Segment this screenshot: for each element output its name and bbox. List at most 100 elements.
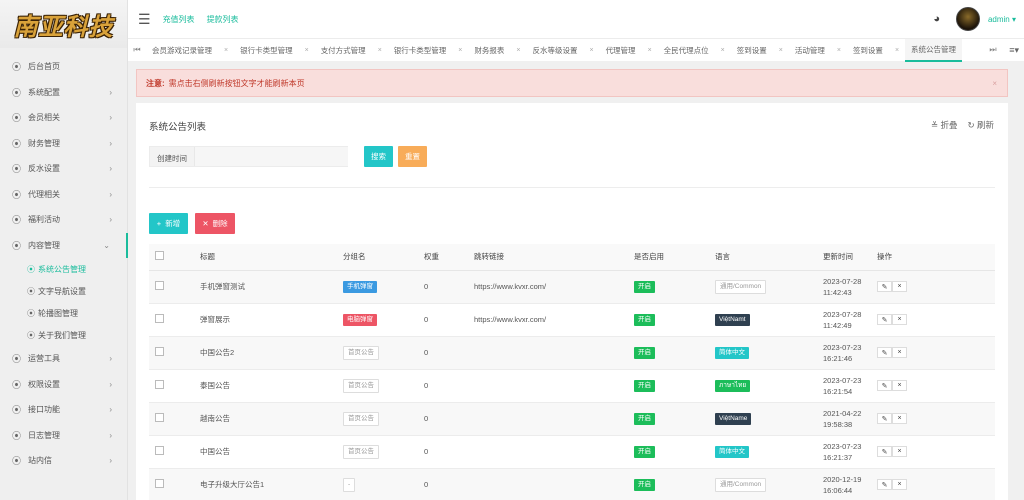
- tab-close-icon[interactable]: ×: [837, 47, 841, 54]
- user-menu[interactable]: admin ▾: [988, 15, 1016, 24]
- row-checkbox[interactable]: [155, 314, 164, 323]
- brand-logo[interactable]: 南亚科技: [0, 0, 127, 48]
- close-icon[interactable]: ×: [992, 79, 997, 88]
- enabled-badge[interactable]: 开启: [634, 478, 655, 491]
- row-checkbox[interactable]: [155, 380, 164, 389]
- tab-close-icon[interactable]: ×: [648, 47, 652, 54]
- edit-icon[interactable]: ✎: [877, 314, 892, 325]
- tab[interactable]: 银行卡类型管理 ×: [234, 39, 315, 62]
- col-group[interactable]: 分组名: [339, 244, 420, 270]
- theme-palette-icon[interactable]: ◕: [933, 13, 940, 25]
- edit-icon[interactable]: ✎: [877, 380, 892, 391]
- sidebar-subitem[interactable]: ⦿ 文字导航设置: [0, 280, 128, 302]
- tabs-scroll-left-icon[interactable]: ⏮: [128, 45, 146, 55]
- tab[interactable]: 签到设置 ×: [731, 39, 789, 62]
- collapse-button[interactable]: ≚ 折叠: [931, 119, 958, 131]
- delete-icon[interactable]: ×: [892, 347, 907, 358]
- tab[interactable]: 财务报表 ×: [468, 39, 526, 62]
- enabled-badge[interactable]: 开启: [634, 346, 655, 359]
- tabs-scroll-right-icon[interactable]: ⏭: [984, 45, 1002, 55]
- table-row[interactable]: 中国公告2 首页公告 0 开启 简体中文 2023-07-23 16:21:46 ✎ ×: [149, 336, 995, 369]
- sidebar-subitem[interactable]: ⦿ 轮播图管理: [0, 302, 128, 324]
- edit-icon[interactable]: ✎: [877, 413, 892, 424]
- tab-close-icon[interactable]: ×: [224, 47, 228, 54]
- sidebar-item[interactable]: ⦿ 站内信 ›: [0, 448, 128, 474]
- sidebar-item[interactable]: ⦿ 日志管理 ›: [0, 423, 128, 449]
- col-enabled[interactable]: 是否启用: [630, 244, 711, 270]
- menu-toggle-icon[interactable]: ☰: [138, 11, 151, 28]
- edit-icon[interactable]: ✎: [877, 479, 892, 490]
- tab-close-icon[interactable]: ×: [779, 47, 783, 54]
- tab[interactable]: 全民代理点位 ×: [658, 39, 731, 62]
- col-weight[interactable]: 权重: [420, 244, 470, 270]
- edit-icon[interactable]: ✎: [877, 446, 892, 457]
- created-time-input[interactable]: [194, 147, 348, 166]
- sidebar-item[interactable]: ⦿ 运营工具 ›: [0, 346, 128, 372]
- sidebar-item[interactable]: ⦿ 权限设置 ›: [0, 372, 128, 398]
- tabs-menu-icon[interactable]: ≡▾: [1009, 39, 1019, 62]
- tab[interactable]: 系统公告管理: [905, 38, 963, 62]
- table-row[interactable]: 泰国公告 首页公告 0 开启 ภาษาไทย 2023-07-23 16:21:54 ✎ ×: [149, 369, 995, 402]
- table-row[interactable]: 越南公告 首页公告 0 开启 ViệtName 2021-04-22 19:58:38 ✎ ×: [149, 402, 995, 435]
- top-link-withdraw-list[interactable]: 提款列表: [207, 14, 239, 25]
- sidebar-subitem[interactable]: ⦿ 关于我们管理: [0, 324, 128, 346]
- sidebar-item[interactable]: ⦿ 系统配置 ›: [0, 80, 128, 106]
- tab-close-icon[interactable]: ×: [895, 47, 899, 54]
- sidebar-item[interactable]: ⦿ 财务管理 ›: [0, 131, 128, 157]
- row-checkbox[interactable]: [155, 347, 164, 356]
- edit-icon[interactable]: ✎: [877, 281, 892, 292]
- sidebar-item[interactable]: ⦿ 福利活动 ›: [0, 207, 128, 233]
- delete-icon[interactable]: ×: [892, 446, 907, 457]
- delete-icon[interactable]: ×: [892, 314, 907, 325]
- tab[interactable]: 支付方式管理 ×: [315, 39, 388, 62]
- top-link-recharge-list[interactable]: 充值列表: [163, 14, 195, 25]
- enabled-badge[interactable]: 开启: [634, 445, 655, 458]
- sidebar-subitem[interactable]: ⦿ 系统公告管理: [0, 258, 128, 280]
- tab-close-icon[interactable]: ×: [378, 47, 382, 54]
- refresh-button[interactable]: ↻ 刷新: [967, 119, 994, 131]
- tab[interactable]: 会员游戏记录管理 ×: [146, 39, 234, 62]
- delete-icon[interactable]: ×: [892, 380, 907, 391]
- sidebar-item[interactable]: ⦿ 反水设置 ›: [0, 156, 128, 182]
- delete-icon[interactable]: ×: [892, 281, 907, 292]
- delete-button[interactable]: ✕ 删除: [195, 213, 235, 234]
- tab[interactable]: 反水等级设置 ×: [526, 39, 599, 62]
- tab[interactable]: 银行卡类型管理 ×: [388, 39, 469, 62]
- sidebar-item[interactable]: ⦿ 会员相关 ›: [0, 105, 128, 131]
- edit-icon[interactable]: ✎: [877, 347, 892, 358]
- sidebar-item[interactable]: ⦿ 代理相关 ›: [0, 182, 128, 208]
- enabled-badge[interactable]: 开启: [634, 379, 655, 392]
- tab-close-icon[interactable]: ×: [721, 47, 725, 54]
- tab-close-icon[interactable]: ×: [458, 47, 462, 54]
- delete-icon[interactable]: ×: [892, 479, 907, 490]
- reset-button[interactable]: 重置: [398, 146, 427, 167]
- table-row[interactable]: 中国公告 首页公告 0 开启 简体中文 2023-07-23 16:21:37 ✎ ×: [149, 435, 995, 468]
- table-row[interactable]: 电子升级大厅公告1 - 0 开启 通用/Common 2020-12-19 16:06:44…: [149, 468, 995, 500]
- enabled-badge[interactable]: 开启: [634, 412, 655, 425]
- enabled-badge[interactable]: 开启: [634, 313, 655, 326]
- sidebar-item[interactable]: ⦿ 后台首页: [0, 54, 128, 80]
- tab[interactable]: 代理管理 ×: [600, 39, 658, 62]
- table-row[interactable]: 手机弹窗测试 手机弹窗 0 https://www.kvxr.com/开启 通用/Com…: [149, 270, 995, 303]
- delete-icon[interactable]: ×: [892, 413, 907, 424]
- row-checkbox[interactable]: [155, 413, 164, 422]
- col-language[interactable]: 语言: [711, 244, 819, 270]
- add-button[interactable]: + 新增: [149, 213, 188, 234]
- tab[interactable]: 签到设置 ×: [847, 39, 905, 62]
- tab-close-icon[interactable]: ×: [589, 47, 593, 54]
- row-checkbox[interactable]: [155, 479, 164, 488]
- tab-close-icon[interactable]: ×: [305, 47, 309, 54]
- sidebar-item[interactable]: ⦿ 内容管理 ⌄: [0, 232, 128, 258]
- sidebar-item[interactable]: ⦿ 接口功能 ›: [0, 397, 128, 423]
- row-checkbox[interactable]: [155, 281, 164, 290]
- tab[interactable]: 活动管理 ×: [789, 39, 847, 62]
- search-button[interactable]: 搜索: [364, 146, 393, 167]
- tab-close-icon[interactable]: ×: [516, 47, 520, 54]
- table-row[interactable]: 弹窗展示 电脑弹窗 0 https://www.kvxr.com/开启 ViệtNamt…: [149, 303, 995, 336]
- col-link[interactable]: 跳转链接: [470, 244, 630, 270]
- avatar[interactable]: [955, 7, 980, 31]
- col-title[interactable]: 标题: [196, 244, 339, 270]
- col-updated[interactable]: 更新时间: [819, 244, 873, 270]
- select-all-checkbox[interactable]: [155, 251, 164, 261]
- enabled-badge[interactable]: 开启: [634, 280, 655, 293]
